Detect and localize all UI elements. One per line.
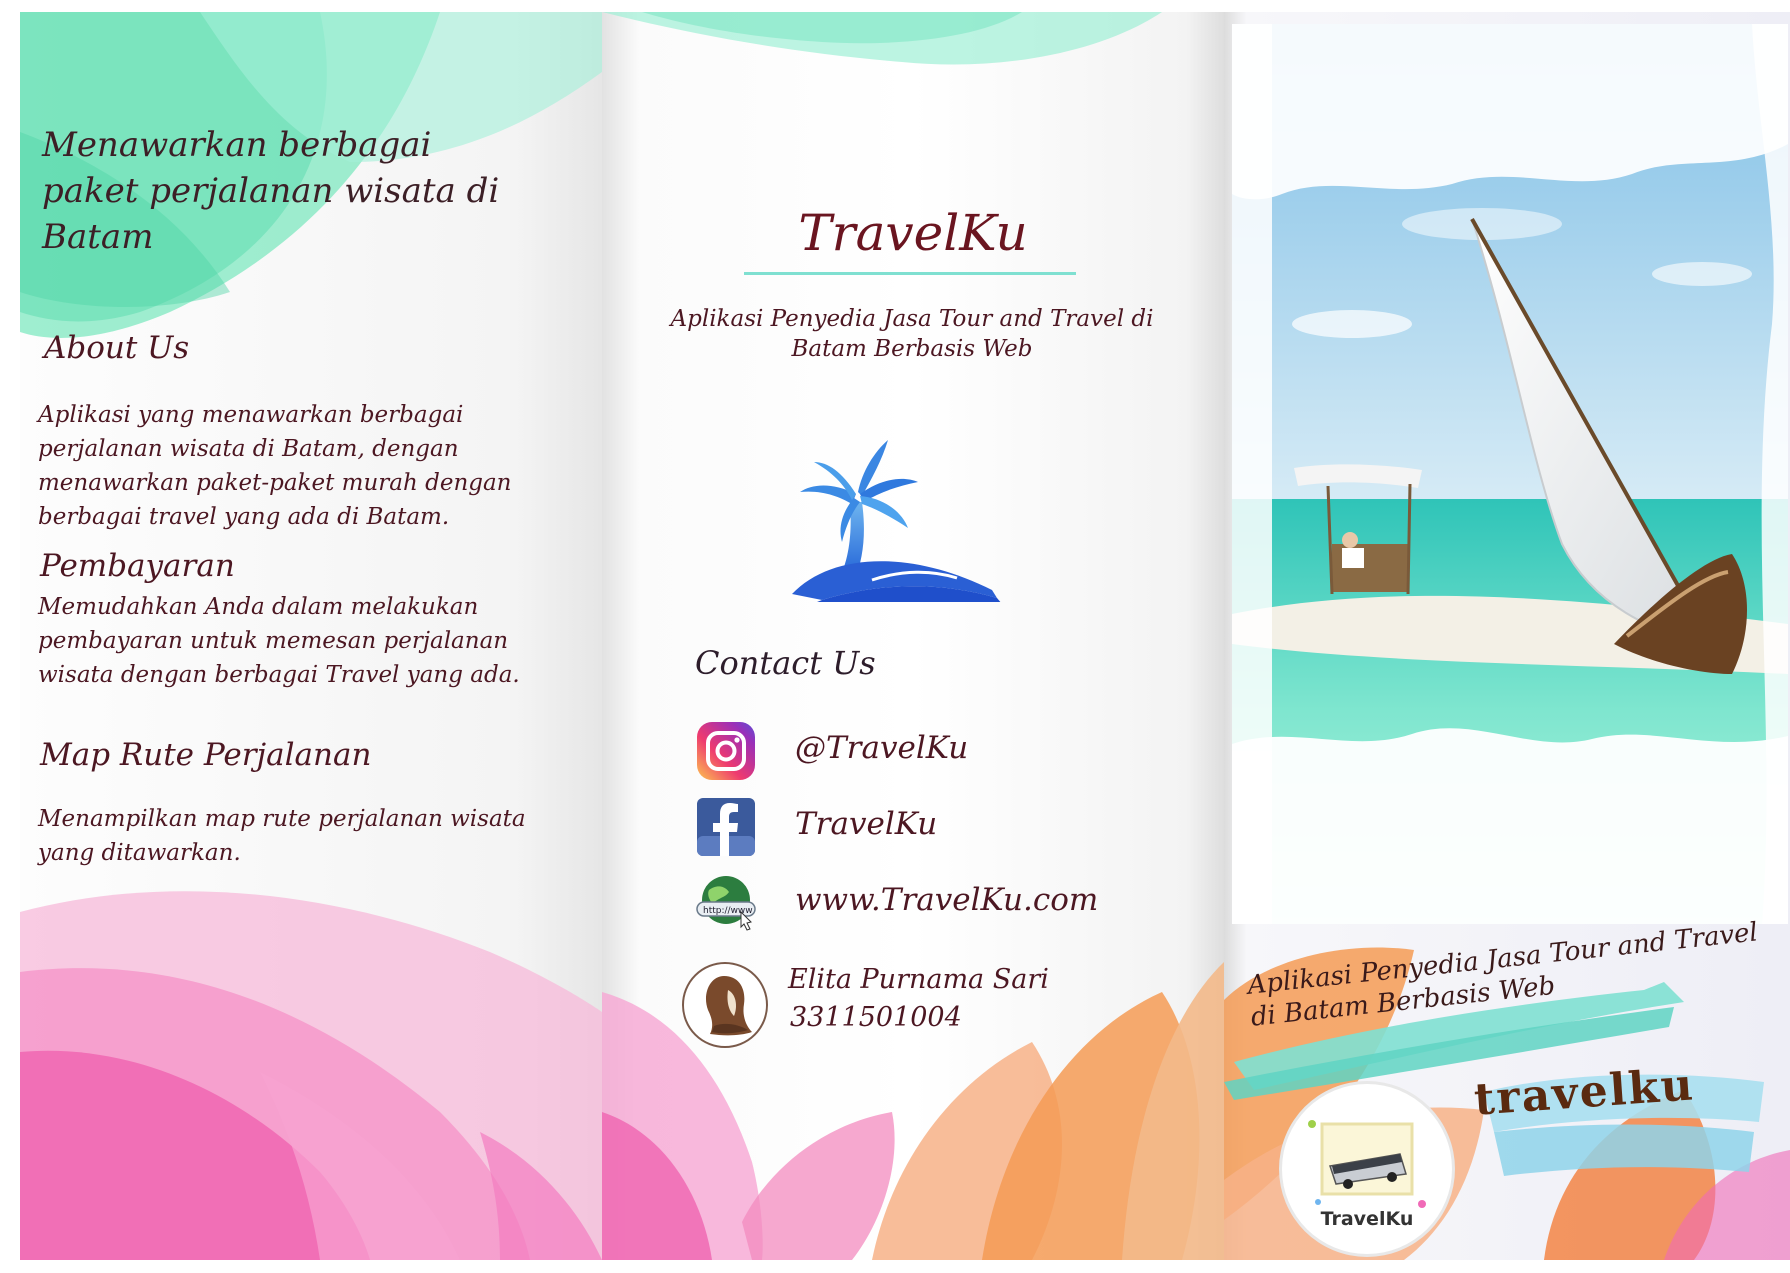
logo-badge-label: TravelKu bbox=[1320, 1208, 1414, 1230]
brand-subtitle: Aplikasi Penyedia Jasa Tour and Travel d… bbox=[670, 306, 1154, 362]
facebook-icon bbox=[697, 798, 755, 856]
author-id: 3311501004 bbox=[790, 1002, 962, 1033]
author-avatar bbox=[682, 962, 768, 1048]
contact-title: Contact Us bbox=[695, 644, 876, 682]
payment-title: Pembayaran bbox=[40, 548, 235, 584]
brand-underline bbox=[744, 272, 1076, 275]
about-body: Aplikasi yang menawarkan berbagai perjal… bbox=[38, 402, 512, 530]
map-body: Menampilkan map rute perjalanan wisata y… bbox=[38, 806, 526, 866]
brand-title: TravelKu bbox=[798, 204, 1028, 262]
palm-island-icon bbox=[792, 440, 1001, 602]
beach-sailboat-photo bbox=[1232, 24, 1788, 924]
middle-decoration bbox=[602, 12, 1224, 1260]
left-panel: Menawarkan berbagai paket perjalanan wis… bbox=[20, 12, 602, 1260]
globe-icon: http://www bbox=[696, 876, 756, 931]
middle-panel: TravelKu Aplikasi Penyedia Jasa Tour and… bbox=[602, 12, 1224, 1260]
tagline: Menawarkan berbagai paket perjalanan wis… bbox=[42, 125, 500, 257]
instagram-icon bbox=[697, 722, 755, 780]
facebook-name: TravelKu bbox=[795, 806, 938, 842]
map-title: Map Rute Perjalanan bbox=[40, 737, 372, 773]
instagram-handle: @TravelKu bbox=[795, 730, 969, 766]
svg-text:http://www: http://www bbox=[703, 906, 753, 916]
brochure-page: Menawarkan berbagai paket perjalanan wis… bbox=[20, 12, 1790, 1260]
logo-badge: TravelKu bbox=[1282, 1084, 1452, 1254]
payment-body: Memudahkan Anda dalam melakukan pembayar… bbox=[38, 594, 520, 688]
about-title: About Us bbox=[44, 330, 190, 366]
hijab-woman-icon bbox=[705, 976, 752, 1036]
website-url: www.TravelKu.com bbox=[795, 882, 1099, 918]
right-panel: Aplikasi Penyedia Jasa Tour and Travel d… bbox=[1224, 12, 1790, 1260]
author-name: Elita Purnama Sari bbox=[788, 964, 1049, 995]
